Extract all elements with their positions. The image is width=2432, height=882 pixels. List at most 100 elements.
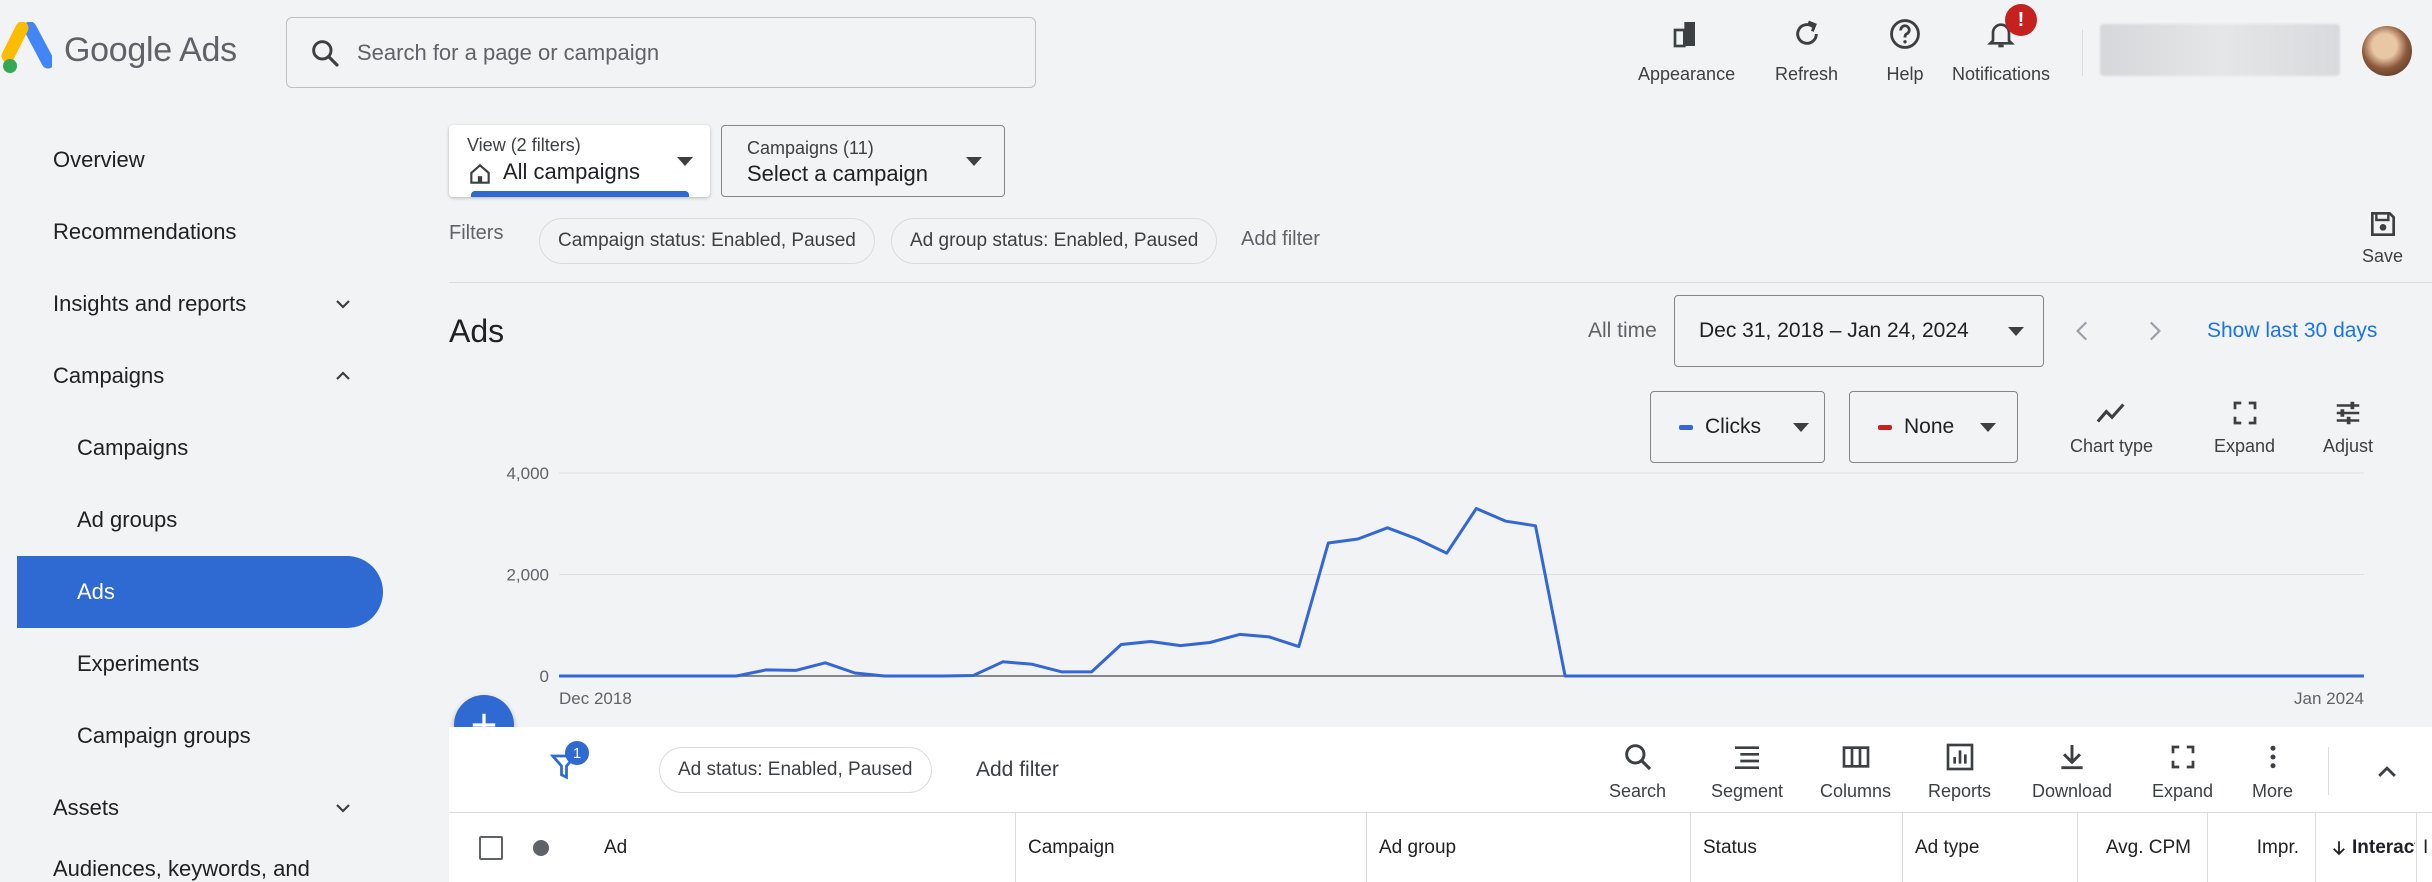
column-header-campaign[interactable]: Campaign (1015, 813, 1365, 882)
sidebar-item-ad-groups[interactable]: Ad groups (17, 484, 383, 556)
secondary-metric-selector[interactable]: None (1849, 391, 2018, 463)
home-icon (470, 163, 490, 184)
sidebar-item-label: Recommendations (53, 219, 237, 244)
status-dot-icon (533, 840, 549, 856)
save-button[interactable]: Save (2362, 208, 2403, 267)
sidebar-item-campaigns-group[interactable]: Campaigns (17, 340, 383, 412)
chevron-down-icon (336, 804, 350, 813)
segment-button[interactable]: Segment (1711, 741, 1783, 802)
sidebar-item-label: Campaign groups (77, 723, 251, 748)
add-filter-link[interactable]: Add filter (1241, 228, 1320, 251)
chevron-left-icon[interactable] (2070, 318, 2096, 344)
primary-metric-swatch (1679, 425, 1693, 430)
chart-type-button[interactable]: Chart type (2070, 398, 2153, 457)
sidebar-item-campaign-groups[interactable]: Campaign groups (17, 700, 383, 772)
column-header-label: Avg. CPM (2105, 836, 2191, 858)
search-icon (1624, 744, 1651, 771)
notifications-button[interactable]: ! Notifications (1952, 4, 2051, 85)
secondary-metric-value: None (1904, 415, 1955, 438)
help-button[interactable]: Help (1885, 14, 1925, 85)
column-header-impressions[interactable]: Impr. (2207, 813, 2315, 882)
logo-text: Google Ads (64, 30, 237, 69)
column-header-label: Interact (2352, 836, 2415, 858)
search-icon (312, 39, 339, 67)
chart-expand-button[interactable]: Expand (2214, 398, 2275, 457)
reports-button[interactable]: Reports (1928, 741, 1991, 802)
filters-bar: Filters Campaign status: Enabled, Paused… (449, 218, 2432, 268)
chevron-up-icon (336, 371, 350, 380)
view-caption: View (2 filters) (467, 135, 581, 155)
table-toolbar: 1 Ad status: Enabled, Paused Add filter … (449, 727, 2432, 813)
sidebar-item-assets[interactable]: Assets (17, 772, 383, 844)
view-active-indicator (471, 191, 689, 197)
table-expand-button[interactable]: Expand (2152, 741, 2213, 802)
select-all-checkbox[interactable] (479, 836, 503, 860)
search-input[interactable] (357, 39, 1007, 66)
refresh-label: Refresh (1775, 64, 1839, 84)
clicks-series-line[interactable] (559, 507, 2364, 678)
sidebar-item-overview[interactable]: Overview (17, 124, 383, 196)
y-tick-label: 2,000 (506, 566, 549, 585)
sidebar-item-audiences[interactable]: Audiences, keywords, and (17, 844, 383, 882)
table-tool-label: Download (2032, 781, 2113, 801)
appearance-button[interactable]: Appearance (1638, 14, 1735, 85)
column-header-label: Campaign (1028, 836, 1115, 858)
expand-icon (2171, 745, 2194, 769)
filter-chip-campaign-status[interactable]: Campaign status: Enabled, Paused (539, 218, 875, 264)
avatar[interactable] (2362, 26, 2412, 76)
sidebar-item-insights-and-reports[interactable]: Insights and reports (17, 268, 383, 340)
table-tool-label: Expand (2152, 781, 2214, 801)
notifications-label: Notifications (1952, 64, 2051, 84)
dropdown-caret-icon (1793, 423, 1809, 432)
segment-icon (1735, 746, 1760, 769)
chevron-right-icon[interactable] (2141, 318, 2167, 344)
date-range-picker[interactable]: Dec 31, 2018 – Jan 24, 2024 (1674, 295, 2044, 367)
sidebar-item-label: Ad groups (77, 507, 178, 532)
global-search[interactable] (286, 17, 1036, 88)
column-header-label: Ad (604, 836, 628, 858)
more-button[interactable]: More (2252, 741, 2293, 802)
y-tick-label: 4,000 (506, 464, 549, 483)
sidebar-item-label: Experiments (77, 651, 200, 676)
filter-chip-ad-group-status[interactable]: Ad group status: Enabled, Paused (891, 218, 1218, 264)
chevron-down-icon (336, 300, 350, 309)
table-tool-label: Search (1609, 781, 1667, 801)
column-header-ad[interactable]: Ad (604, 813, 1004, 882)
show-last-30-days-link[interactable]: Show last 30 days (2207, 319, 2377, 343)
campaign-selector[interactable]: Campaigns (11) Select a campaign (721, 125, 1005, 197)
column-header-interactions[interactable]: Interact (2315, 813, 2415, 882)
sidebar-item-recommendations[interactable]: Recommendations (17, 196, 383, 268)
google-ads-logo-icon (1, 22, 52, 73)
download-button[interactable]: Download (2032, 741, 2112, 802)
chart-adjust-button[interactable]: Adjust (2323, 398, 2373, 457)
view-selector[interactable]: View (2 filters) All campaigns (449, 125, 710, 197)
primary-metric-selector[interactable]: Clicks (1650, 391, 1825, 463)
columns-button[interactable]: Columns (1820, 741, 1891, 802)
page-title: Ads (449, 313, 505, 349)
filter-chip-ad-status[interactable]: Ad status: Enabled, Paused (659, 747, 932, 793)
google-ads-logo[interactable]: Google Ads (0, 22, 237, 78)
table-search-button[interactable]: Search (1609, 741, 1666, 802)
chevron-up-icon[interactable] (2374, 759, 2400, 785)
column-header-ad-type[interactable]: Ad type (1902, 813, 2077, 882)
refresh-button[interactable]: Refresh (1775, 14, 1838, 85)
sidebar-item-label: Ads (77, 579, 115, 604)
column-header-truncated[interactable]: I (2416, 813, 2432, 882)
column-header-label: Ad group (1379, 836, 1457, 858)
section-divider (449, 282, 2432, 283)
column-header-ad-group[interactable]: Ad group (1366, 813, 1689, 882)
x-start-label: Dec 2018 (559, 689, 632, 708)
column-header-avg-cpm[interactable]: Avg. CPM (2077, 813, 2207, 882)
chart-line-icon (2096, 403, 2125, 423)
dropdown-caret-icon (677, 157, 693, 166)
column-header-label: Ad type (1915, 836, 1980, 858)
column-header-status[interactable]: Status (1690, 813, 1902, 882)
dropdown-caret-icon (1980, 423, 1996, 432)
help-icon (1890, 19, 1920, 49)
sidebar-item-ads[interactable]: Ads (17, 556, 383, 628)
sidebar-item-experiments[interactable]: Experiments (17, 628, 383, 700)
account-info[interactable] (2100, 24, 2340, 76)
sidebar-item-campaigns[interactable]: Campaigns (17, 412, 383, 484)
table-add-filter-link[interactable]: Add filter (976, 758, 1059, 782)
primary-metric-value: Clicks (1705, 415, 1761, 438)
